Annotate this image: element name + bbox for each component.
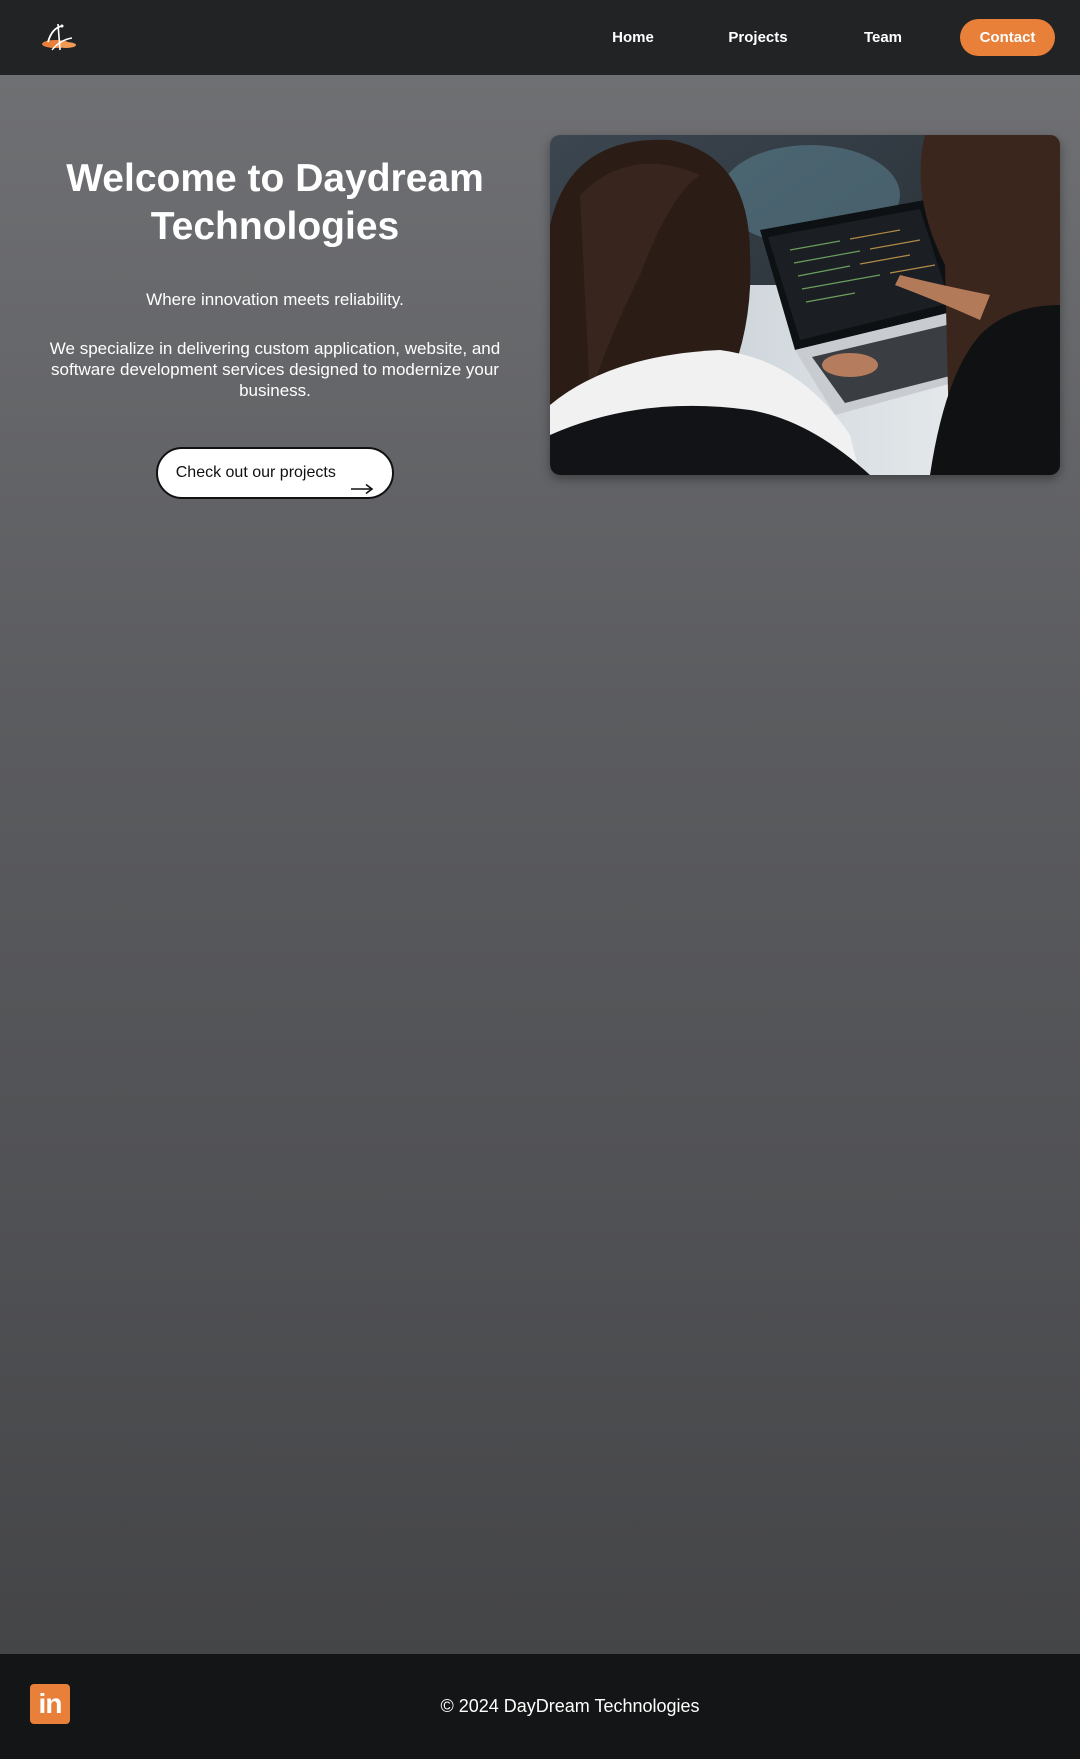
nav-home-link[interactable]: Home [600,26,666,50]
site-header: Home Projects Team Contact [0,0,1080,75]
nav-team-link[interactable]: Team [852,26,914,50]
hero-photo [550,135,1060,475]
view-projects-label: Check out our projects [175,463,336,481]
daydream-logo-icon[interactable] [38,20,80,56]
hero-section: Welcome to Daydream Technologies Where i… [0,75,1080,1654]
nav-projects-link[interactable]: Projects [718,26,798,50]
hero-tagline: Where innovation meets reliability. [146,290,404,309]
copyright-text: © 2024 DayDream Technologies [440,1696,700,1716]
hero-description: We specialize in delivering custom appli… [49,339,501,400]
site-footer: in © 2024 DayDream Technologies [0,1654,1080,1759]
linkedin-icon[interactable]: in [30,1684,70,1724]
hero-title: Welcome to Daydream Technologies [66,157,484,248]
nav-contact-button[interactable]: Contact [960,19,1055,56]
view-projects-button[interactable]: Check out our projects [156,447,394,499]
arrow-right-icon [350,467,374,494]
